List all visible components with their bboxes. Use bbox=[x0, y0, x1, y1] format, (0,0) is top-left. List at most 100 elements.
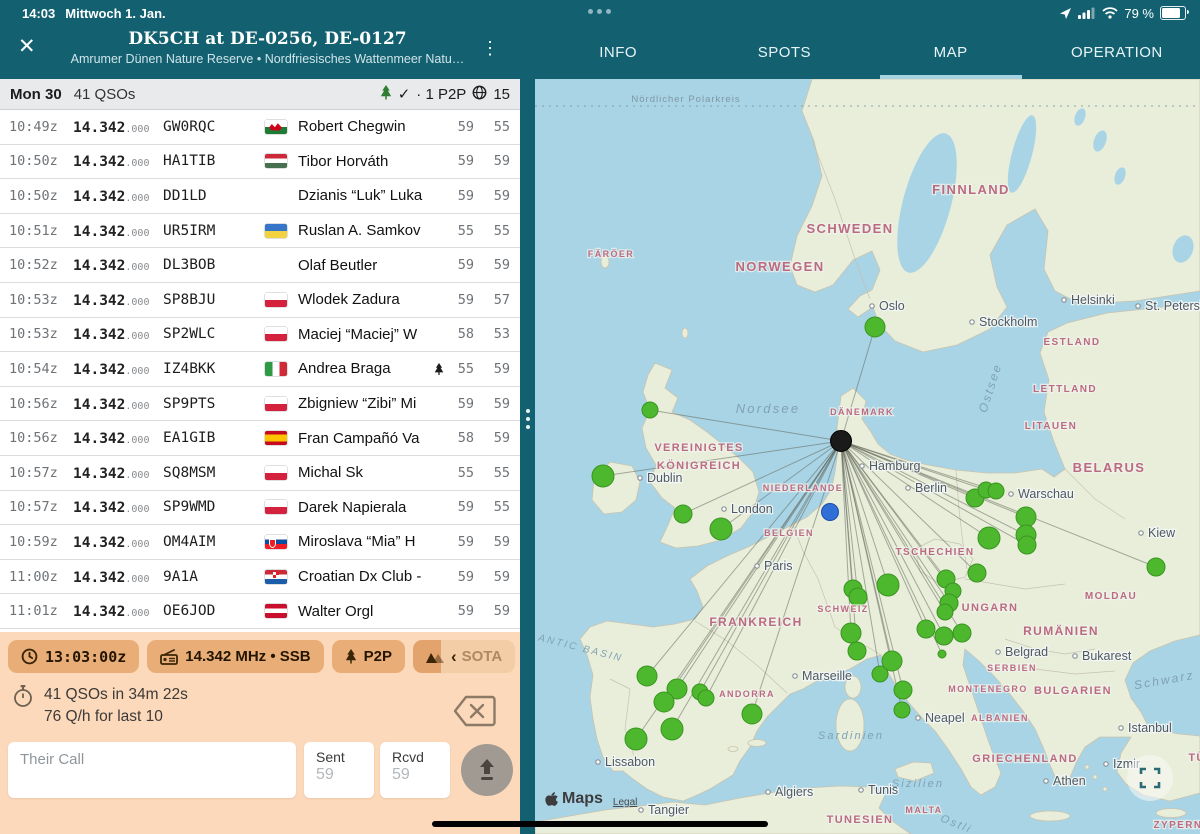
drag-grip-icon bbox=[526, 409, 530, 429]
qso-dot[interactable] bbox=[1016, 507, 1036, 527]
pill-sota[interactable]: ‹SOTA bbox=[413, 640, 515, 673]
qso-time: 10:51z bbox=[0, 223, 73, 239]
app-header: ✕ DK5CH at DE-0256, DE-0127 Amrumer Düne… bbox=[0, 26, 1200, 79]
qso-dot[interactable] bbox=[592, 465, 614, 487]
pill-13-03-00z[interactable]: 13:03:00z bbox=[8, 640, 139, 673]
qso-row[interactable]: 11:00z14.342.0009A1ACroatian Dx Club -59… bbox=[0, 560, 520, 595]
qso-dot[interactable] bbox=[938, 650, 946, 658]
qso-dot[interactable] bbox=[988, 483, 1004, 499]
qso-dot[interactable] bbox=[953, 624, 971, 642]
qso-row[interactable]: 10:59z14.342.000OM4AIMMiroslava “Mia” H5… bbox=[0, 525, 520, 560]
qso-callsign: EA1GIB bbox=[163, 430, 265, 446]
qso-rcvd: 53 bbox=[474, 326, 520, 342]
pill-14-342-mhz-ssb[interactable]: 14.342 MHz • SSB bbox=[147, 640, 323, 673]
qso-dot[interactable] bbox=[872, 666, 888, 682]
qso-row[interactable]: 10:52z14.342.000DL3BOBOlaf Beutler5959 bbox=[0, 248, 520, 283]
log-qso-button[interactable] bbox=[461, 744, 513, 796]
rcvd-input[interactable]: Rcvd 59 bbox=[380, 742, 450, 798]
qso-rcvd: 59 bbox=[474, 188, 520, 204]
qso-dot[interactable] bbox=[698, 690, 714, 706]
tab-operation[interactable]: OPERATION bbox=[1034, 26, 1200, 79]
qso-dot[interactable] bbox=[935, 627, 953, 645]
station-dot[interactable] bbox=[831, 431, 852, 452]
qso-map[interactable]: FÄRÖERNORWEGENSCHWEDENFINNLANDESTLANDLET… bbox=[535, 79, 1200, 834]
qso-dot[interactable] bbox=[637, 666, 657, 686]
qso-dot[interactable] bbox=[877, 574, 899, 596]
tab-label: OPERATION bbox=[1071, 44, 1163, 61]
tab-spots[interactable]: SPOTS bbox=[701, 26, 867, 79]
qso-dot[interactable] bbox=[848, 642, 866, 660]
qso-dot[interactable] bbox=[710, 518, 732, 540]
map-country-label: MALTA bbox=[905, 805, 942, 815]
qso-dot[interactable] bbox=[937, 604, 953, 620]
legal-link[interactable]: Legal bbox=[613, 797, 637, 808]
qso-dot[interactable] bbox=[865, 317, 885, 337]
flag-spain-icon bbox=[265, 431, 298, 445]
map-city-label: Bukarest bbox=[1082, 649, 1132, 663]
qso-row[interactable]: 10:57z14.342.000SQ8MSMMichal Sk5555 bbox=[0, 456, 520, 491]
qso-rcvd: 59 bbox=[474, 153, 520, 169]
map-water-label: Nordsee bbox=[736, 401, 801, 416]
map-country-label: FÄRÖER bbox=[588, 249, 634, 259]
qso-dot[interactable] bbox=[642, 402, 658, 418]
status-bar: 14:03 Mittwoch 1. Jan. 79 % bbox=[0, 0, 1200, 26]
qso-frequency: 14.342.000 bbox=[73, 256, 163, 274]
home-indicator[interactable] bbox=[432, 821, 768, 827]
fullscreen-button[interactable] bbox=[1127, 755, 1173, 801]
map-city-label: Belgrad bbox=[1005, 645, 1048, 659]
qso-callsign: GW0RQC bbox=[163, 119, 265, 135]
spot-dot-blue[interactable] bbox=[822, 504, 839, 521]
qso-dot[interactable] bbox=[742, 704, 762, 724]
sent-input[interactable]: Sent 59 bbox=[304, 742, 374, 798]
qso-row[interactable]: 10:50z14.342.000HA1TIBTibor Horváth5959 bbox=[0, 145, 520, 180]
qso-row[interactable]: 10:53z14.342.000SP8BJUWlodek Zadura5957 bbox=[0, 283, 520, 318]
backspace-button[interactable] bbox=[452, 694, 496, 733]
pill-p2p[interactable]: P2P bbox=[332, 640, 405, 673]
qso-dot[interactable] bbox=[654, 692, 674, 712]
qso-dot[interactable] bbox=[917, 620, 935, 638]
qso-row[interactable]: 11:01z14.342.000OE6JODWalter Orgl5959 bbox=[0, 594, 520, 629]
tab-map[interactable]: MAP bbox=[868, 26, 1034, 79]
qso-dot[interactable] bbox=[625, 728, 647, 750]
qso-dot[interactable] bbox=[841, 623, 861, 643]
flag-poland-icon bbox=[265, 327, 298, 341]
qso-dot[interactable] bbox=[978, 527, 1000, 549]
tab-info[interactable]: INFO bbox=[535, 26, 701, 79]
qso-name: Olaf Beutler bbox=[298, 257, 430, 274]
qso-dot[interactable] bbox=[1147, 558, 1165, 576]
status-time: 14:03 bbox=[22, 6, 55, 21]
cellular-icon bbox=[1078, 7, 1096, 19]
panel-resize-handle[interactable] bbox=[520, 79, 535, 834]
qso-name: Darek Napierala bbox=[298, 499, 430, 516]
qso-row[interactable]: 10:49z14.342.000GW0RQCRobert Chegwin5955 bbox=[0, 110, 520, 145]
qso-dot[interactable] bbox=[968, 564, 986, 582]
qso-frequency: 14.342.000 bbox=[73, 395, 163, 413]
qso-dot[interactable] bbox=[661, 718, 683, 740]
qso-frequency: 14.342.000 bbox=[73, 602, 163, 620]
qso-row[interactable]: 10:56z14.342.000SP9PTSZbigniew “Zibi” Mi… bbox=[0, 387, 520, 422]
their-call-input[interactable]: Their Call bbox=[8, 742, 296, 798]
qso-row[interactable]: 10:54z14.342.000IZ4BKKAndrea Braga5559 bbox=[0, 352, 520, 387]
map-city-label: Oslo bbox=[879, 299, 905, 313]
qso-row[interactable]: 10:56z14.342.000EA1GIBFran Campañó Va585… bbox=[0, 421, 520, 456]
qso-name: Michal Sk bbox=[298, 464, 430, 481]
map-country-label: TUNESIEN bbox=[827, 814, 894, 826]
qso-row[interactable]: 10:53z14.342.000SP2WLCMaciej “Maciej” W5… bbox=[0, 318, 520, 353]
qso-dot[interactable] bbox=[1018, 536, 1036, 554]
rate-stats: 41 QSOs in 34m 22s 76 Q/h for last 10 bbox=[12, 684, 188, 728]
tab-label: INFO bbox=[599, 44, 637, 61]
tab-label: MAP bbox=[934, 44, 968, 61]
qso-dot[interactable] bbox=[674, 505, 692, 523]
close-icon[interactable]: ✕ bbox=[18, 36, 36, 57]
stopwatch-icon bbox=[12, 684, 34, 708]
kebab-menu-icon[interactable]: ⋮ bbox=[481, 38, 499, 59]
qso-rcvd: 55 bbox=[474, 499, 520, 515]
map-city-label: St. Petersb bbox=[1145, 299, 1200, 313]
log-header[interactable]: Mon 30 41 QSOs ✓ · 1 P2P 15 bbox=[0, 79, 520, 110]
qso-name: Dzianis “Luk” Luka bbox=[298, 187, 430, 204]
qso-row[interactable]: 10:57z14.342.000SP9WMDDarek Napierala595… bbox=[0, 491, 520, 526]
qso-dot[interactable] bbox=[894, 702, 910, 718]
qso-row[interactable]: 10:51z14.342.000UR5IRMRuslan A. Samkov55… bbox=[0, 214, 520, 249]
qso-row[interactable]: 10:50z14.342.000DD1LDDzianis “Luk” Luka5… bbox=[0, 179, 520, 214]
qso-dot[interactable] bbox=[894, 681, 912, 699]
